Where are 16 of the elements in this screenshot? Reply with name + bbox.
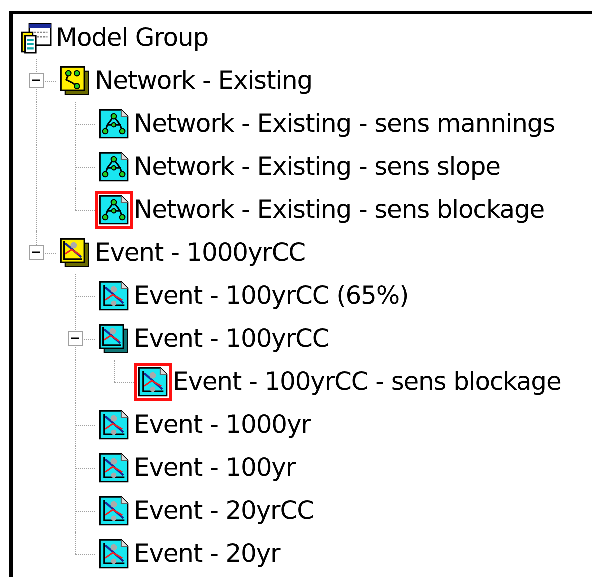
expand-toggle[interactable] [29,73,44,88]
tree-item-label[interactable]: Event - 100yrCC (65%) [134,283,409,308]
tree-item-label[interactable]: Event - 100yrCC - sens blockage [173,369,562,394]
tree-item-label[interactable]: Network - Existing - sens blockage [134,197,545,222]
tree-item-label[interactable]: Event - 20yr [134,541,280,566]
tree-item-label[interactable]: Event - 1000yr [134,412,311,437]
tree-item-label[interactable]: Network - Existing [95,68,313,93]
tree-item-label[interactable]: Event - 1000yrCC [95,240,306,265]
expand-toggle[interactable] [68,331,83,346]
tree-item-label[interactable]: Event - 20yrCC [134,498,314,523]
tree-item-label[interactable]: Event - 100yr [134,455,296,480]
expand-toggle[interactable] [29,245,44,260]
tree-item-label[interactable]: Network - Existing - sens mannings [134,111,556,136]
tree-item-label[interactable]: Model Group [56,25,209,50]
tree-item-label[interactable]: Event - 100yrCC [134,326,330,351]
tree-item-label[interactable]: Network - Existing - sens slope [134,154,500,179]
